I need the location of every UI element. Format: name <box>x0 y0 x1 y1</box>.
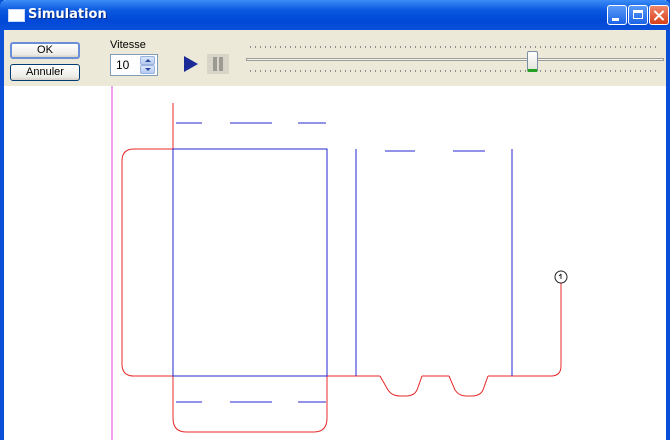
cut-lines <box>121 103 562 433</box>
slider-track[interactable] <box>246 58 664 61</box>
maximize-icon[interactable] <box>628 5 648 25</box>
fold-lines <box>172 122 513 403</box>
close-icon[interactable] <box>649 5 669 25</box>
cut-line-tab-1 <box>379 375 423 397</box>
title-bar[interactable]: Simulation <box>0 0 670 30</box>
simulation-window: Simulation OK Annuler Vitesse 10 <box>0 0 670 440</box>
slider-thumb[interactable] <box>527 51 538 72</box>
simulation-slider[interactable] <box>246 44 664 80</box>
spin-down-icon[interactable] <box>140 65 155 74</box>
drawing-canvas[interactable] <box>4 86 666 440</box>
minimize-icon[interactable] <box>607 5 627 25</box>
speed-value[interactable]: 10 <box>116 58 129 72</box>
circle-marker-icon <box>554 270 568 284</box>
cancel-button[interactable]: Annuler <box>10 64 80 81</box>
fold-line-main-panel <box>172 148 328 377</box>
speed-spin <box>140 56 155 74</box>
speed-label: Vitesse <box>110 39 146 51</box>
ok-button[interactable]: OK <box>10 42 80 59</box>
toolbar: OK Annuler Vitesse 10 <box>4 30 666 86</box>
cut-line-bottom-flap <box>172 376 328 433</box>
slider-ticks-top <box>250 46 660 48</box>
pause-icon[interactable] <box>207 54 229 74</box>
window-title: Simulation <box>28 7 107 22</box>
cut-line-tab-2 <box>448 375 489 397</box>
spin-up-icon[interactable] <box>140 56 155 65</box>
cut-line-end <box>512 283 562 377</box>
play-icon[interactable] <box>180 54 202 74</box>
slider-ticks-bottom <box>250 70 660 72</box>
box-template-drawing <box>111 86 568 440</box>
cut-line-left-flap <box>121 148 173 377</box>
speed-stepper[interactable]: 10 <box>110 54 158 76</box>
window-icon <box>8 9 25 22</box>
